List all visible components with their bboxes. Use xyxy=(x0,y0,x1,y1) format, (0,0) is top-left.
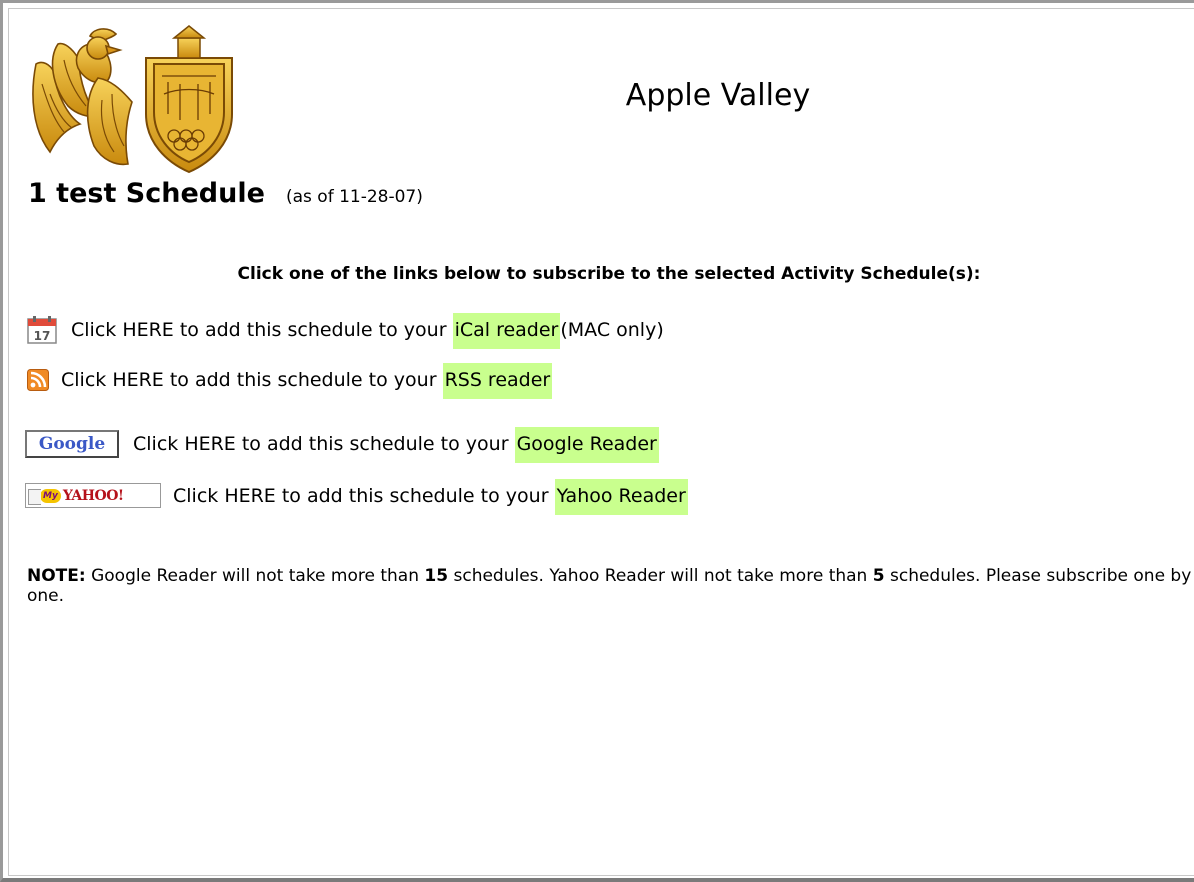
schedule-as-of-date: (as of 11-28-07) xyxy=(285,187,423,207)
ical-suffix-text: (MAC only) xyxy=(560,319,664,341)
google-icon[interactable]: Google xyxy=(25,430,119,458)
schedule-heading: 1 test Schedule (as of 11-28-07) xyxy=(28,178,423,209)
rss-subscribe-row: Click HERE to add this schedule to your … xyxy=(25,363,553,399)
ical-prefix-text: Click HERE to add this schedule to your xyxy=(71,319,447,341)
google-subscribe-row: Google Click HERE to add this schedule t… xyxy=(25,427,659,463)
yahoo-subscribe-row: My YAHOO! Click HERE to add this schedul… xyxy=(25,478,688,515)
my-yahoo-icon[interactable]: My YAHOO! xyxy=(25,483,161,508)
google-prefix-text: Click HERE to add this schedule to your xyxy=(133,433,509,455)
site-title: Apple Valley xyxy=(625,78,811,113)
rss-icon[interactable] xyxy=(27,369,49,391)
rss-prefix-text: Click HERE to add this schedule to your xyxy=(61,369,437,391)
schedule-title: 1 test Schedule xyxy=(28,178,265,209)
note-yahoo-limit: 5 xyxy=(872,566,885,586)
note-google-limit: 15 xyxy=(424,566,449,586)
calendar-icon[interactable]: 17 xyxy=(25,315,61,345)
note-label: NOTE: xyxy=(27,566,86,586)
google-badge-text: Google xyxy=(38,434,106,454)
google-row-text: Click HERE to add this schedule to your … xyxy=(133,427,659,463)
rss-reader-link[interactable]: RSS reader xyxy=(442,363,553,399)
svg-text:17: 17 xyxy=(34,329,51,343)
note-text-2: schedules. Yahoo Reader will not take mo… xyxy=(453,566,868,586)
yahoo-row-text: Click HERE to add this schedule to your … xyxy=(173,478,688,515)
subscription-note: NOTE: Google Reader will not take more t… xyxy=(27,566,1192,606)
ical-reader-link[interactable]: iCal reader xyxy=(452,313,561,349)
my-badge-text: My xyxy=(40,488,61,503)
yahoo-badge-text: YAHOO! xyxy=(62,487,124,504)
google-reader-link[interactable]: Google Reader xyxy=(514,427,659,463)
yahoo-prefix-text: Click HERE to add this schedule to your xyxy=(173,484,549,507)
subscribe-instructions: Click one of the links below to subscrib… xyxy=(237,264,981,284)
ical-subscribe-row: 17 Click HERE to add this schedule to yo… xyxy=(25,313,664,349)
yahoo-reader-link[interactable]: Yahoo Reader xyxy=(554,478,688,515)
ical-row-text: Click HERE to add this schedule to your … xyxy=(71,313,664,349)
rss-row-text: Click HERE to add this schedule to your … xyxy=(61,363,553,399)
note-text-1: Google Reader will not take more than xyxy=(91,566,419,586)
